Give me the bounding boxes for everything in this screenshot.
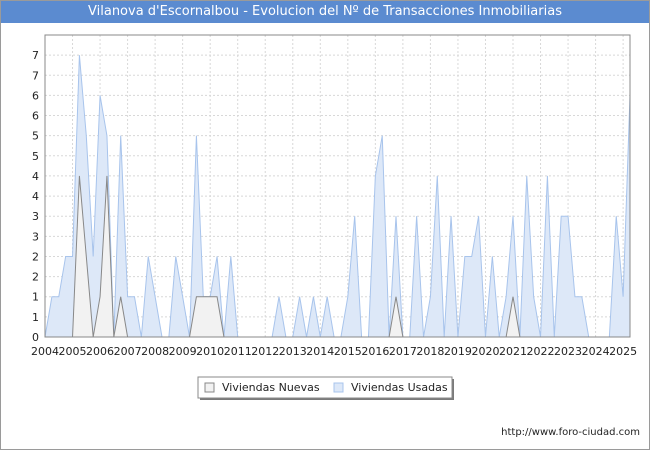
x-tick-label: 2014 <box>306 345 334 358</box>
legend-swatch-usadas <box>333 382 344 393</box>
legend: Viviendas Nuevas Viviendas Usadas <box>197 376 454 400</box>
legend-swatch-nuevas <box>204 382 215 393</box>
legend-label-nuevas: Viviendas Nuevas <box>222 381 320 394</box>
x-tick-label: 2020 <box>471 345 499 358</box>
x-tick-label: 2009 <box>169 345 197 358</box>
y-tick-label: 3 <box>32 230 39 243</box>
y-axis-ticks: 0 1 1 2 2 3 3 4 4 5 5 6 6 7 7 <box>32 49 39 344</box>
x-tick-label: 2011 <box>224 345 252 358</box>
x-axis-ticks: 2004 2005 2006 2007 2008 2009 2010 2011 2012 2013… <box>31 345 637 358</box>
y-tick-label: 4 <box>32 190 39 203</box>
legend-label-usadas: Viviendas Usadas <box>351 381 448 394</box>
x-tick-label: 2016 <box>361 345 389 358</box>
y-tick-label: 2 <box>32 250 39 263</box>
y-tick-label: 6 <box>32 110 39 123</box>
x-tick-label: 2019 <box>444 345 472 358</box>
y-tick-label: 1 <box>32 291 39 304</box>
y-tick-label: 5 <box>32 130 39 143</box>
x-tick-label: 2006 <box>86 345 114 358</box>
y-tick-label: 0 <box>32 331 39 344</box>
x-tick-label: 2017 <box>389 345 417 358</box>
x-tick-label: 2025 <box>609 345 637 358</box>
y-tick-label: 7 <box>32 69 39 82</box>
y-tick-label: 6 <box>32 89 39 102</box>
x-tick-label: 2013 <box>279 345 307 358</box>
x-tick-label: 2007 <box>114 345 142 358</box>
x-tick-label: 2012 <box>251 345 279 358</box>
x-tick-label: 2024 <box>582 345 610 358</box>
y-tick-label: 2 <box>32 271 39 284</box>
chart-svg: 0 1 1 2 2 3 3 4 4 5 5 6 6 7 7 2004 2005 2006 2007 2008 2009… <box>31 34 637 400</box>
y-tick-label: 5 <box>32 150 39 163</box>
x-tick-label: 2015 <box>334 345 362 358</box>
x-tick-label: 2022 <box>527 345 555 358</box>
y-tick-label: 7 <box>32 49 39 62</box>
x-tick-label: 2004 <box>31 345 59 358</box>
x-tick-label: 2018 <box>416 345 444 358</box>
x-tick-label: 2023 <box>554 345 582 358</box>
y-tick-label: 1 <box>32 311 39 324</box>
x-tick-label: 2021 <box>499 345 527 358</box>
x-tick-label: 2008 <box>141 345 169 358</box>
y-tick-label: 4 <box>32 170 39 183</box>
y-tick-label: 3 <box>32 210 39 223</box>
source-url: http://www.foro-ciudad.com <box>501 427 640 438</box>
x-tick-label: 2010 <box>196 345 224 358</box>
x-tick-label: 2005 <box>59 345 87 358</box>
